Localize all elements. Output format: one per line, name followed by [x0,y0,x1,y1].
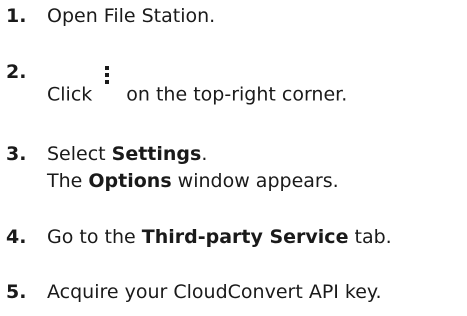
instruction-steps: 1. Open File Station. 2. Click on the top… [0,0,467,316]
step-number: 2. [6,61,27,83]
step-text: Acquire your CloudConvert API key. [47,281,382,303]
step-text-before: Click [47,83,93,106]
kebab-menu-icon [104,64,116,94]
step-number: 5. [6,281,27,303]
options-label: Options [88,170,172,192]
step-number: 3. [6,143,27,165]
step-text: Go to the Third-party Service tab. [47,226,392,248]
step-number: 1. [6,5,27,27]
step-text: Select Settings. The Options window appea… [47,143,339,192]
step-number: 4. [6,226,27,248]
step-text-after: on the top-right corner. [126,83,348,106]
third-party-service-label: Third-party Service [141,226,349,248]
settings-label: Settings [111,143,202,165]
step-text: Click on the top-right corner. [47,66,348,110]
step-text: Open File Station. [47,5,216,27]
